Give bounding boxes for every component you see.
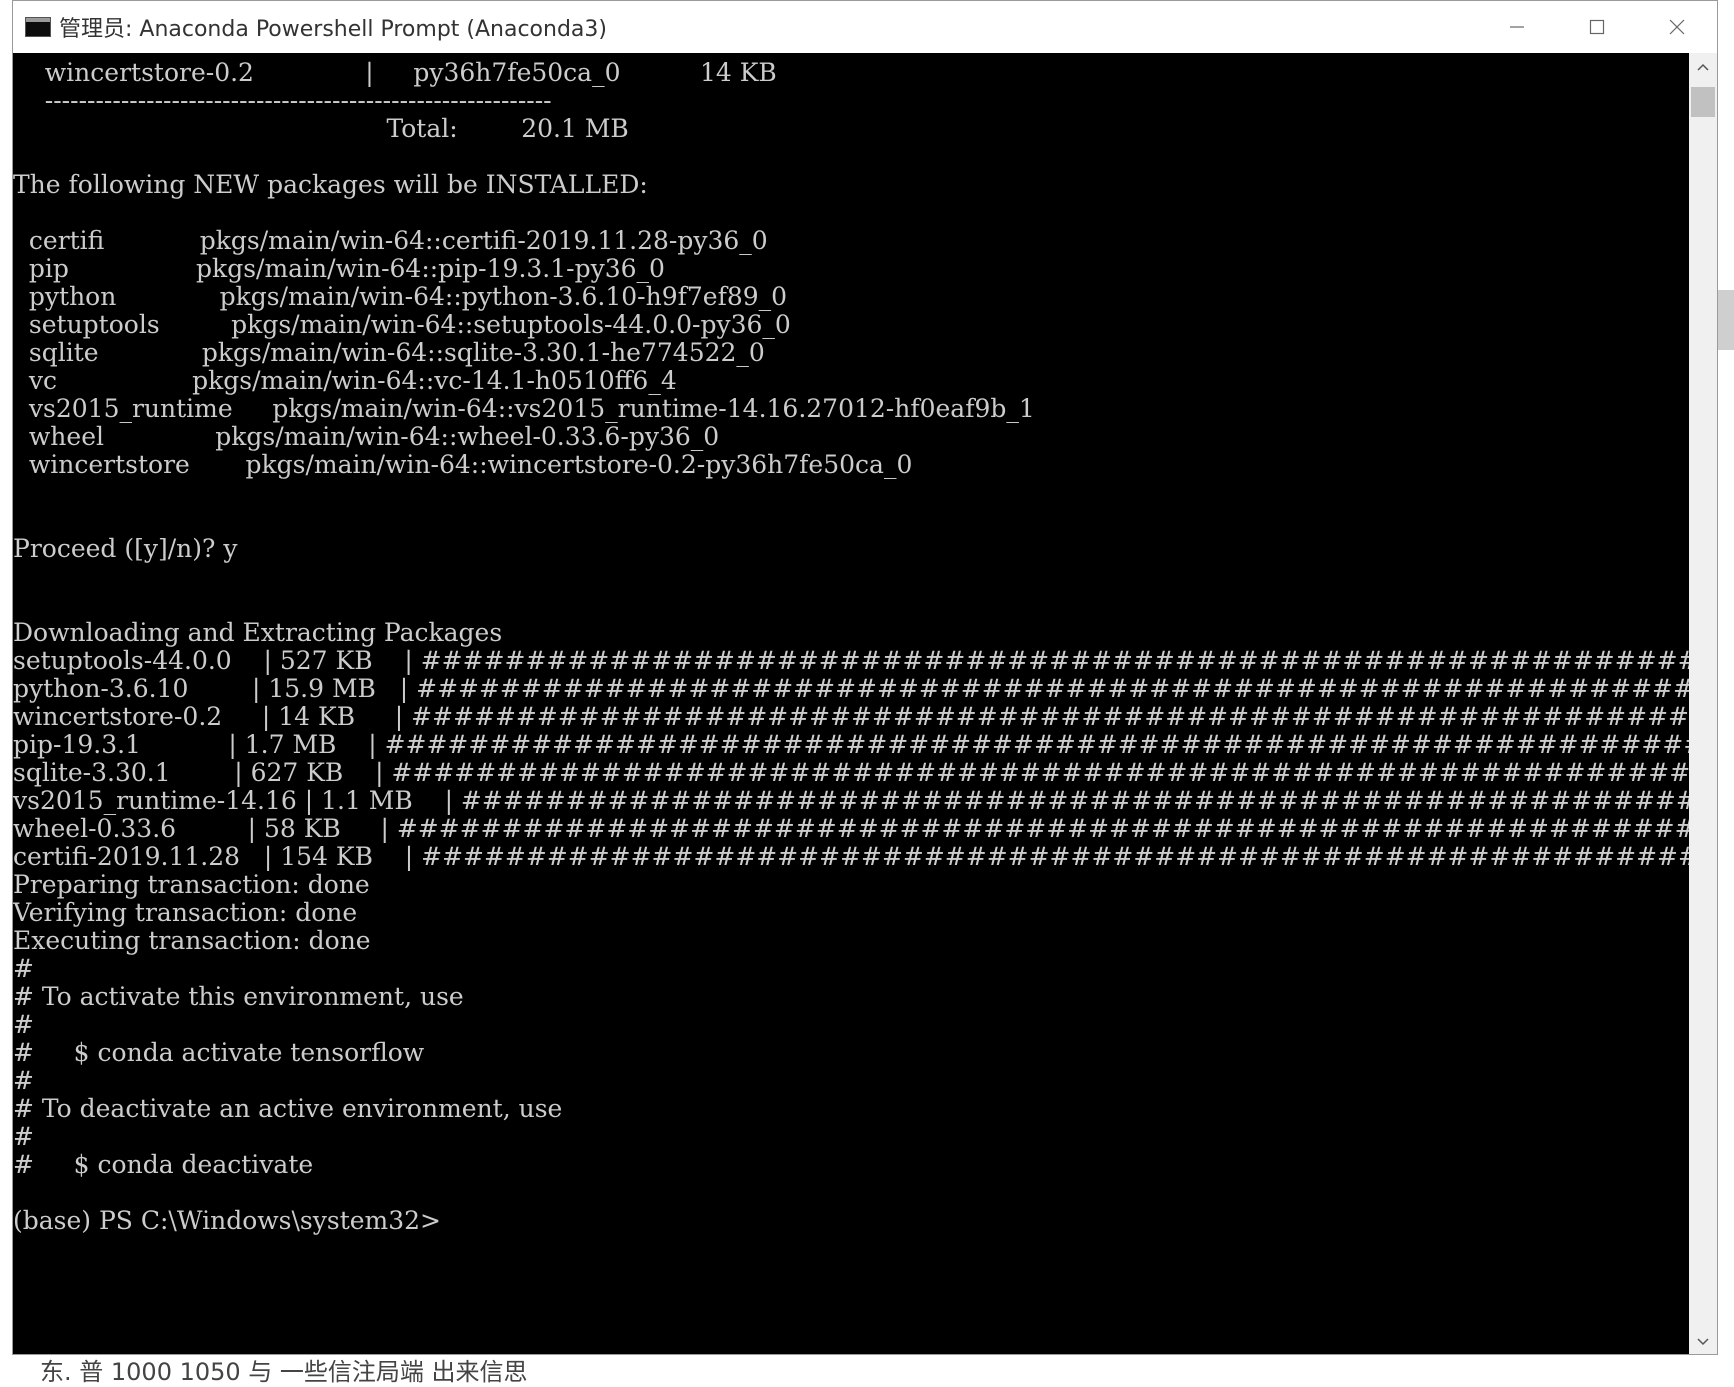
console-line: wincertstore-0.2 | 14 KB | #############… — [13, 702, 1691, 731]
background-window-text: 东. 普 1000 1050 与 一些信注局端 出来信思 — [40, 1358, 528, 1386]
console-line: # To deactivate an active environment, u… — [13, 1094, 563, 1123]
scroll-down-button[interactable] — [1689, 1328, 1717, 1354]
title-bar[interactable]: 管理员: Anaconda Powershell Prompt (Anacond… — [13, 1, 1717, 53]
scroll-up-button[interactable] — [1689, 53, 1717, 81]
console-line: # To activate this environment, use — [13, 982, 464, 1011]
scroll-thumb[interactable] — [1691, 87, 1715, 117]
console-line: setuptools-44.0.0 | 527 KB | ###########… — [13, 646, 1691, 675]
console-app-icon — [25, 17, 51, 37]
console-line: Proceed ([y]/n)? y — [13, 534, 238, 563]
console-line: # — [13, 1066, 34, 1095]
console-line: sqlite-3.30.1 | 627 KB | ###############… — [13, 758, 1691, 787]
console-line: The following NEW packages will be INSTA… — [13, 170, 648, 199]
console-line: certifi pkgs/main/win-64::certifi-2019.1… — [13, 226, 768, 255]
close-button[interactable] — [1637, 1, 1717, 53]
console-line: Verifying transaction: done — [13, 898, 358, 927]
console-line: ----------------------------------------… — [13, 86, 552, 115]
console-line: # $ conda activate tensorflow — [13, 1038, 425, 1067]
console-output[interactable]: wincertstore-0.2 | py36h7fe50ca_0 14 KB … — [13, 53, 1691, 1354]
console-line: (base) PS C:\Windows\system32> — [13, 1206, 442, 1235]
console-line: python-3.6.10 | 15.9 MB | ##############… — [13, 674, 1691, 703]
chevron-up-icon — [1697, 63, 1709, 71]
console-line: wincertstore-0.2 | py36h7fe50ca_0 14 KB — [13, 58, 777, 87]
console-line: Preparing transaction: done — [13, 870, 370, 899]
console-line: vs2015_runtime pkgs/main/win-64::vs2015_… — [13, 394, 1035, 423]
console-line: certifi-2019.11.28 | 154 KB | ##########… — [13, 842, 1691, 871]
console-line: # — [13, 1010, 34, 1039]
console-line: sqlite pkgs/main/win-64::sqlite-3.30.1-h… — [13, 338, 765, 367]
console-line: wincertstore pkgs/main/win-64::wincertst… — [13, 450, 913, 479]
console-line: Executing transaction: done — [13, 926, 371, 955]
maximize-button[interactable] — [1557, 1, 1637, 53]
console-line: vc pkgs/main/win-64::vc-14.1-h0510ff6_4 — [13, 366, 677, 395]
console-line: # — [13, 1122, 34, 1151]
console-line: # — [13, 954, 34, 983]
vertical-scrollbar[interactable] — [1689, 53, 1717, 1354]
background-window-edge — [1718, 290, 1734, 350]
minimize-icon — [1510, 26, 1524, 28]
minimize-button[interactable] — [1477, 1, 1557, 53]
console-line: Downloading and Extracting Packages — [13, 618, 503, 647]
window-title: 管理员: Anaconda Powershell Prompt (Anacond… — [59, 17, 607, 42]
console-line: pip pkgs/main/win-64::pip-19.3.1-py36_0 — [13, 254, 665, 283]
console-line: # $ conda deactivate — [13, 1150, 314, 1179]
console-line: python pkgs/main/win-64::python-3.6.10-h… — [13, 282, 788, 311]
console-line: Total: 20.1 MB — [13, 114, 629, 143]
console-line: setuptools pkgs/main/win-64::setuptools-… — [13, 310, 791, 339]
terminal-window[interactable]: 管理员: Anaconda Powershell Prompt (Anacond… — [12, 0, 1718, 1355]
console-line: vs2015_runtime-14.16 | 1.1 MB | ########… — [13, 786, 1691, 815]
console-line: wheel pkgs/main/win-64::wheel-0.33.6-py3… — [13, 422, 720, 451]
chevron-down-icon — [1697, 1338, 1709, 1346]
console-line: pip-19.3.1 | 1.7 MB | ##################… — [13, 730, 1691, 759]
close-icon — [1669, 19, 1685, 35]
maximize-icon — [1589, 19, 1605, 35]
console-line: wheel-0.33.6 | 58 KB | #################… — [13, 814, 1691, 843]
window-controls — [1477, 1, 1717, 53]
